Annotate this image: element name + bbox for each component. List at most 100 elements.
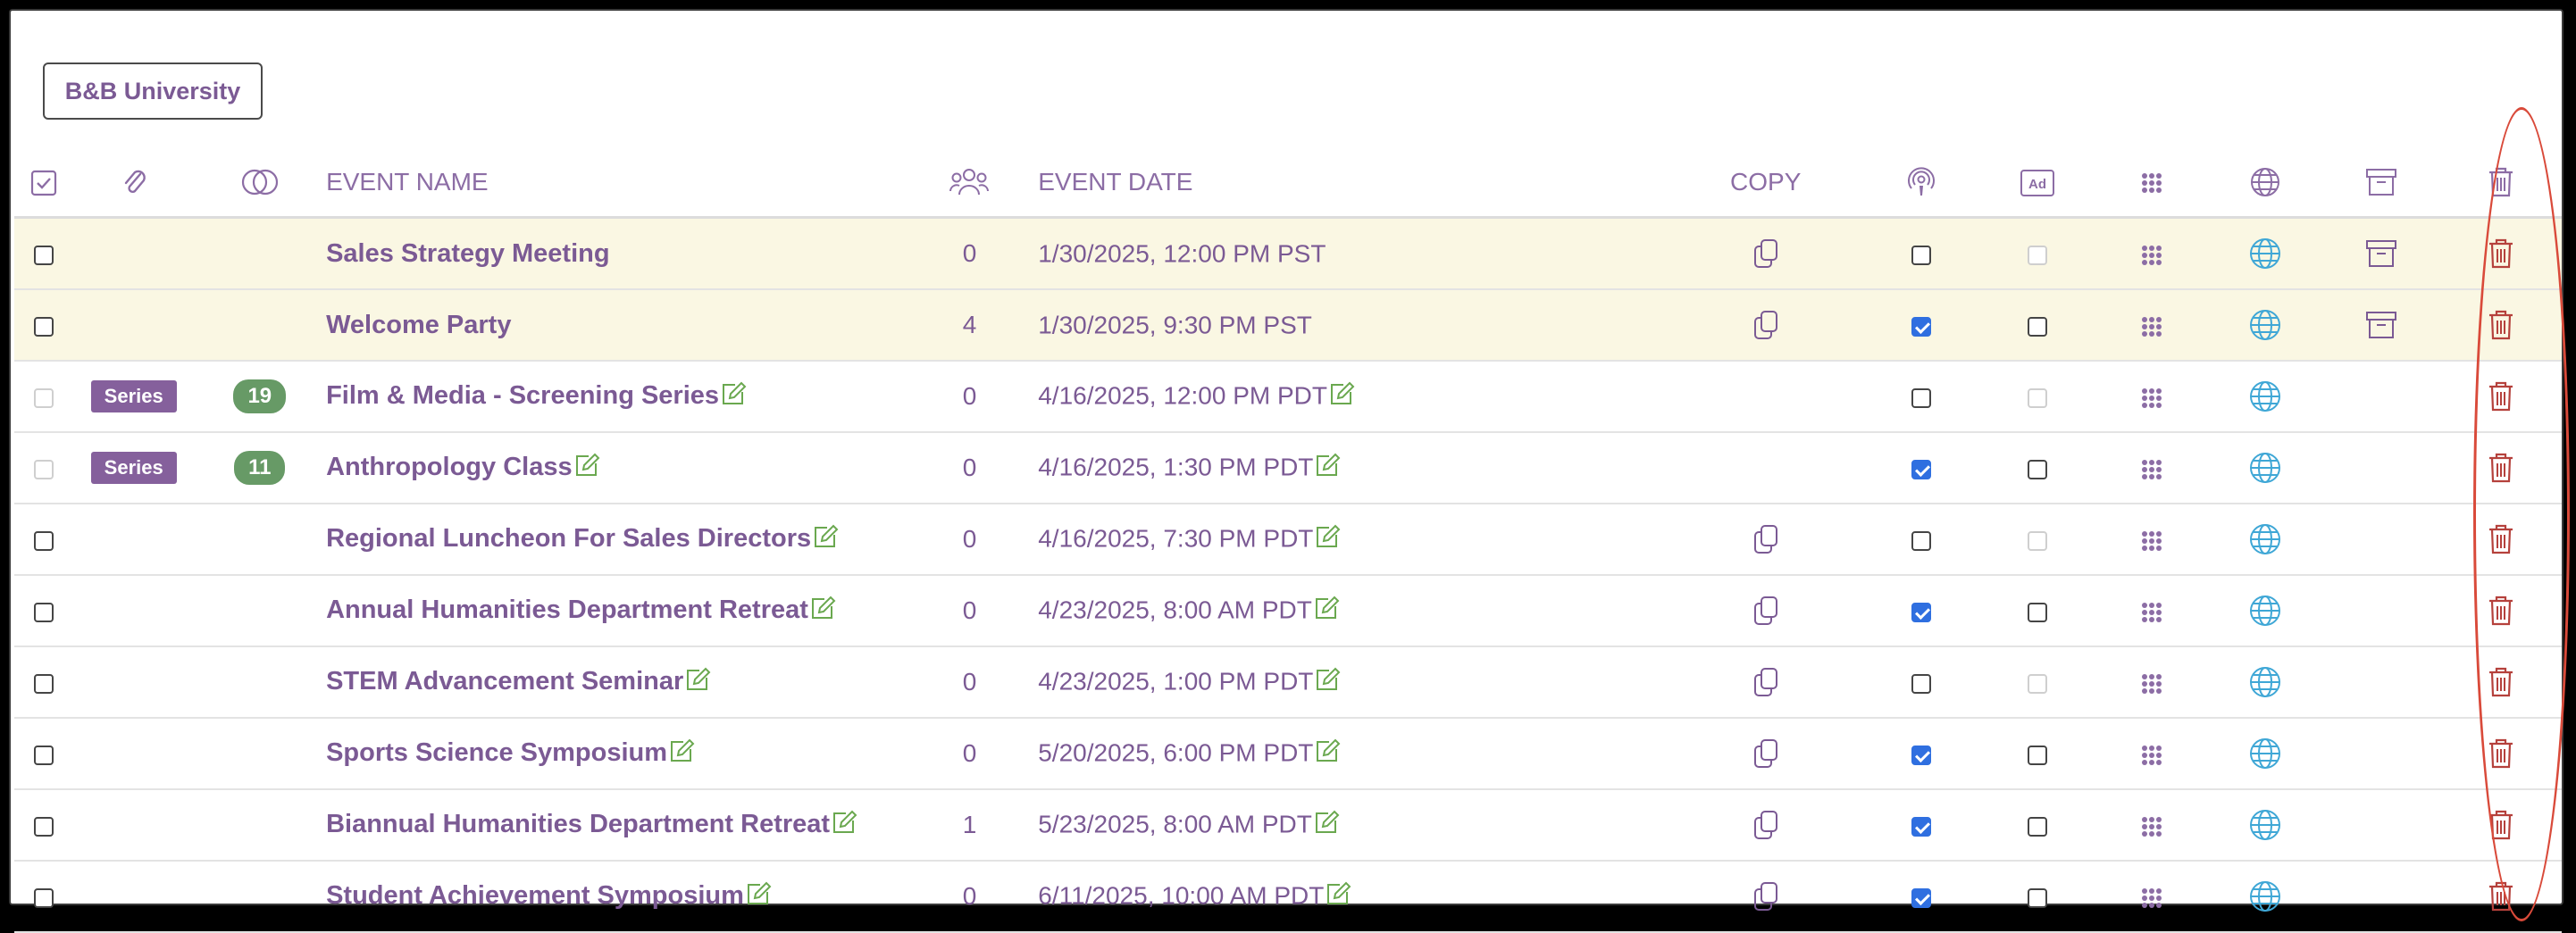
table-row[interactable]: Biannual Humanities Department Retreat 1… <box>14 789 2562 862</box>
globe-icon[interactable] <box>2248 879 2282 913</box>
date-edit-icon[interactable] <box>1314 810 1341 841</box>
date-edit-icon[interactable] <box>1315 453 1342 484</box>
trash-icon[interactable] <box>2488 309 2514 341</box>
ad-checkbox[interactable] <box>2028 316 2048 337</box>
grid-dots-icon[interactable] <box>2139 529 2164 554</box>
event-name-link[interactable]: Sales Strategy Meeting <box>326 239 610 268</box>
ad-checkbox[interactable] <box>2028 816 2048 837</box>
globe-icon[interactable] <box>2248 379 2282 413</box>
trash-icon[interactable] <box>2488 809 2514 841</box>
row-select-checkbox[interactable] <box>34 816 54 837</box>
event-name-link[interactable]: Student Achievement Symposium <box>326 882 744 911</box>
copy-icon[interactable] <box>1751 809 1781 841</box>
trash-icon[interactable] <box>2488 380 2514 412</box>
edit-icon[interactable] <box>746 881 773 912</box>
event-name-link[interactable]: Regional Luncheon For Sales Directors <box>326 525 811 554</box>
event-name-link[interactable]: Annual Humanities Department Retreat <box>326 596 808 625</box>
select-all-header[interactable] <box>14 148 74 219</box>
podcast-checkbox[interactable] <box>1911 673 1932 694</box>
trash-icon[interactable] <box>2488 737 2514 770</box>
ad-checkbox[interactable] <box>2028 459 2048 479</box>
row-select-checkbox[interactable] <box>34 887 54 908</box>
table-row[interactable]: STEM Advancement Seminar 0 4/23/2025, 1:… <box>14 646 2562 719</box>
grid-dots-icon[interactable] <box>2139 743 2164 768</box>
grid-dots-icon[interactable] <box>2139 314 2164 339</box>
ad-checkbox[interactable] <box>2028 602 2048 622</box>
copy-icon[interactable] <box>1751 880 1781 912</box>
table-row[interactable]: Student Achievement Symposium 0 6/11/202… <box>14 861 2562 933</box>
edit-icon[interactable] <box>669 738 696 770</box>
ad-checkbox[interactable] <box>2028 387 2048 408</box>
table-row[interactable]: Series 11 Anthropology Class 0 4/16/2025… <box>14 432 2562 504</box>
edit-icon[interactable] <box>721 381 748 412</box>
event-date-header[interactable]: EVENT DATE <box>1038 148 1669 219</box>
globe-icon[interactable] <box>2248 737 2282 771</box>
event-name-header[interactable]: EVENT NAME <box>326 148 901 219</box>
edit-icon[interactable] <box>685 667 712 698</box>
copy-icon[interactable] <box>1751 666 1781 698</box>
edit-icon[interactable] <box>810 596 837 627</box>
event-name-link[interactable]: Sports Science Symposium <box>326 739 667 768</box>
row-select-checkbox[interactable] <box>34 316 54 337</box>
table-row[interactable]: Regional Luncheon For Sales Directors 0 … <box>14 504 2562 576</box>
podcast-checkbox[interactable] <box>1911 316 1932 337</box>
row-select-checkbox[interactable] <box>34 530 54 551</box>
event-name-link[interactable]: Anthropology Class <box>326 454 573 482</box>
globe-icon[interactable] <box>2248 665 2282 699</box>
event-name-link[interactable]: STEM Advancement Seminar <box>326 668 683 696</box>
grid-dots-icon[interactable] <box>2139 457 2164 482</box>
globe-icon[interactable] <box>2248 451 2282 485</box>
archive-icon[interactable] <box>2365 310 2397 340</box>
copy-icon[interactable] <box>1751 523 1781 555</box>
grid-dots-icon[interactable] <box>2139 886 2164 911</box>
table-row[interactable]: Series 19 Film & Media - Screening Serie… <box>14 361 2562 433</box>
podcast-checkbox[interactable] <box>1911 887 1932 908</box>
table-row[interactable]: Welcome Party 4 1/30/2025, 9:30 PM PST <box>14 289 2562 362</box>
podcast-checkbox[interactable] <box>1911 387 1932 408</box>
date-edit-icon[interactable] <box>1315 524 1342 555</box>
row-select-checkbox[interactable] <box>34 745 54 765</box>
checkbox-check-icon[interactable] <box>30 170 57 196</box>
event-name-link[interactable]: Biannual Humanities Department Retreat <box>326 811 830 839</box>
edit-icon[interactable] <box>574 453 601 484</box>
row-select-checkbox[interactable] <box>34 459 54 479</box>
podcast-checkbox[interactable] <box>1911 245 1932 265</box>
archive-icon[interactable] <box>2365 238 2397 269</box>
grid-dots-icon[interactable] <box>2139 386 2164 411</box>
date-edit-icon[interactable] <box>1326 881 1352 912</box>
date-edit-icon[interactable] <box>1315 667 1342 698</box>
grid-dots-icon[interactable] <box>2139 814 2164 839</box>
trash-icon[interactable] <box>2488 666 2514 698</box>
podcast-checkbox[interactable] <box>1911 459 1932 479</box>
copy-icon[interactable] <box>1751 309 1781 341</box>
row-select-checkbox[interactable] <box>34 387 54 408</box>
ad-checkbox[interactable] <box>2028 245 2048 265</box>
podcast-checkbox[interactable] <box>1911 602 1932 622</box>
trash-icon[interactable] <box>2488 523 2514 555</box>
date-edit-icon[interactable] <box>1315 738 1342 770</box>
org-filter-button[interactable]: B&B University <box>43 62 263 120</box>
copy-icon[interactable] <box>1751 237 1781 270</box>
row-select-checkbox[interactable] <box>34 245 54 265</box>
table-row[interactable]: Annual Humanities Department Retreat 0 4… <box>14 575 2562 647</box>
trash-icon[interactable] <box>2488 880 2514 912</box>
grid-dots-icon[interactable] <box>2139 671 2164 696</box>
edit-icon[interactable] <box>813 524 840 555</box>
trash-icon[interactable] <box>2488 595 2514 627</box>
ad-checkbox[interactable] <box>2028 530 2048 551</box>
copy-icon[interactable] <box>1751 737 1781 770</box>
date-edit-icon[interactable] <box>1329 381 1356 412</box>
globe-icon[interactable] <box>2248 237 2282 271</box>
podcast-checkbox[interactable] <box>1911 745 1932 765</box>
copy-icon[interactable] <box>1751 595 1781 627</box>
edit-icon[interactable] <box>832 810 858 841</box>
row-select-checkbox[interactable] <box>34 673 54 694</box>
globe-icon[interactable] <box>2248 308 2282 342</box>
event-name-link[interactable]: Welcome Party <box>326 311 511 339</box>
date-edit-icon[interactable] <box>1314 596 1341 627</box>
podcast-checkbox[interactable] <box>1911 816 1932 837</box>
event-name-link[interactable]: Film & Media - Screening Series <box>326 382 719 411</box>
ad-checkbox[interactable] <box>2028 673 2048 694</box>
globe-icon[interactable] <box>2248 594 2282 628</box>
table-row[interactable]: Sports Science Symposium 0 5/20/2025, 6:… <box>14 718 2562 790</box>
